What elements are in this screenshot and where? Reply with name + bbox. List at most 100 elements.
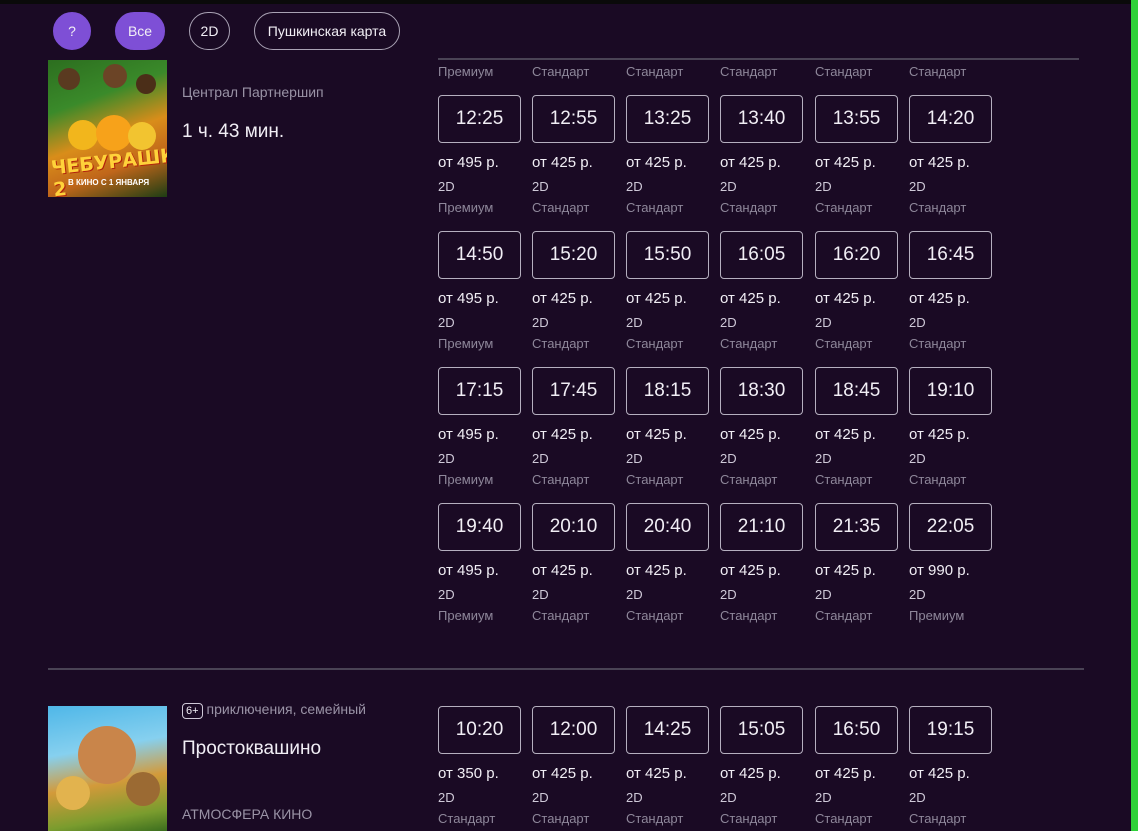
movie-poster-prostokvashino[interactable] xyxy=(48,706,167,831)
poster-character-shape xyxy=(136,74,156,94)
session-time-button[interactable]: 13:40 xyxy=(720,95,803,143)
session-hall-label: Стандарт xyxy=(815,608,873,623)
session-hall-label: Стандарт xyxy=(815,64,873,79)
session-time-button[interactable]: 15:50 xyxy=(626,231,709,279)
session-time-button[interactable]: 21:35 xyxy=(815,503,898,551)
session-time-button[interactable]: 13:55 xyxy=(815,95,898,143)
session-price: от 425 р. xyxy=(626,426,687,443)
session-hall-label: Стандарт xyxy=(909,472,967,487)
session-time-button[interactable]: 12:25 xyxy=(438,95,521,143)
session-format: 2D xyxy=(909,587,926,602)
session-format: 2D xyxy=(438,587,455,602)
session-hall-label: Стандарт xyxy=(815,336,873,351)
session-time-button[interactable]: 19:15 xyxy=(909,706,992,754)
session-time-button[interactable]: 13:25 xyxy=(626,95,709,143)
session-format: 2D xyxy=(626,790,643,805)
poster-subtitle-text: В КИНО С 1 ЯНВАРЯ xyxy=(68,178,150,187)
session-time-button[interactable]: 19:40 xyxy=(438,503,521,551)
session-hall-label: Стандарт xyxy=(626,336,684,351)
session-hall-label: Стандарт xyxy=(909,811,967,826)
session-hall-label: Стандарт xyxy=(626,472,684,487)
session-time-button[interactable]: 16:05 xyxy=(720,231,803,279)
session-time-button[interactable]: 12:55 xyxy=(532,95,615,143)
poster-title-text: ЧЕБУРАШКА 2 xyxy=(50,142,167,197)
session-price: от 425 р. xyxy=(532,426,593,443)
session-price: от 495 р. xyxy=(438,154,499,171)
session-price: от 425 р. xyxy=(815,290,876,307)
poster-character-shape xyxy=(126,772,160,806)
session-format: 2D xyxy=(532,451,549,466)
window-right-edge xyxy=(1131,0,1138,831)
session-time-button[interactable]: 22:05 xyxy=(909,503,992,551)
session-price: от 425 р. xyxy=(720,765,781,782)
session-price: от 425 р. xyxy=(815,562,876,579)
movie-duration: 1 ч. 43 мин. xyxy=(182,121,285,142)
session-time-button[interactable]: 18:30 xyxy=(720,367,803,415)
session-format: 2D xyxy=(720,790,737,805)
session-time-button[interactable]: 16:45 xyxy=(909,231,992,279)
session-price: от 425 р. xyxy=(626,290,687,307)
session-price: от 425 р. xyxy=(815,765,876,782)
session-time-button[interactable]: 21:10 xyxy=(720,503,803,551)
session-hall-label: Стандарт xyxy=(815,811,873,826)
session-format: 2D xyxy=(720,179,737,194)
movie-poster-cheburashka[interactable]: ЧЕБУРАШКА 2 В КИНО С 1 ЯНВАРЯ xyxy=(48,60,167,197)
poster-character-shape xyxy=(56,776,90,810)
session-hall-label: Стандарт xyxy=(626,200,684,215)
filter-pushkin-card-chip[interactable]: Пушкинская карта xyxy=(254,12,400,50)
session-time-button[interactable]: 17:45 xyxy=(532,367,615,415)
session-price: от 425 р. xyxy=(909,426,970,443)
session-price: от 425 р. xyxy=(815,426,876,443)
movie-divider xyxy=(48,668,1084,670)
filter-help-chip[interactable]: ? xyxy=(53,12,91,50)
session-hall-label: Стандарт xyxy=(532,200,590,215)
session-format: 2D xyxy=(909,315,926,330)
movie-genres: приключения, семейный xyxy=(206,701,367,717)
session-format: 2D xyxy=(720,451,737,466)
session-time-button[interactable]: 14:50 xyxy=(438,231,521,279)
session-price: от 425 р. xyxy=(720,154,781,171)
filter-all-chip[interactable]: Все xyxy=(115,12,165,50)
session-price: от 425 р. xyxy=(909,154,970,171)
session-time-button[interactable]: 20:10 xyxy=(532,503,615,551)
session-time-button[interactable]: 15:05 xyxy=(720,706,803,754)
filter-2d-chip[interactable]: 2D xyxy=(189,12,230,50)
session-price: от 425 р. xyxy=(626,765,687,782)
session-hall-label: Стандарт xyxy=(532,608,590,623)
session-time-button[interactable]: 10:20 xyxy=(438,706,521,754)
session-time-button[interactable]: 16:20 xyxy=(815,231,898,279)
session-hall-label: Стандарт xyxy=(532,811,590,826)
session-format: 2D xyxy=(909,790,926,805)
session-hall-label: Стандарт xyxy=(909,200,967,215)
session-price: от 425 р. xyxy=(815,154,876,171)
session-format: 2D xyxy=(438,451,455,466)
session-price: от 425 р. xyxy=(532,562,593,579)
session-price: от 425 р. xyxy=(626,562,687,579)
poster-character-shape xyxy=(103,64,127,88)
session-hall-label: Стандарт xyxy=(438,811,496,826)
session-format: 2D xyxy=(815,179,832,194)
session-price: от 425 р. xyxy=(532,154,593,171)
session-hall-label: Стандарт xyxy=(815,472,873,487)
session-price: от 495 р. xyxy=(438,290,499,307)
session-time-button[interactable]: 17:15 xyxy=(438,367,521,415)
session-time-button[interactable]: 19:10 xyxy=(909,367,992,415)
session-time-button[interactable]: 18:15 xyxy=(626,367,709,415)
session-price: от 425 р. xyxy=(909,765,970,782)
session-time-button[interactable]: 12:00 xyxy=(532,706,615,754)
session-hall-label: Стандарт xyxy=(720,472,778,487)
session-hall-label: Стандарт xyxy=(532,64,590,79)
session-time-button[interactable]: 18:45 xyxy=(815,367,898,415)
session-time-button[interactable]: 14:20 xyxy=(909,95,992,143)
session-price: от 425 р. xyxy=(720,426,781,443)
session-format: 2D xyxy=(438,790,455,805)
session-hall-label: Стандарт xyxy=(909,64,967,79)
movie-cinema: Централ Партнершип xyxy=(182,84,324,100)
section-divider-top xyxy=(438,58,1079,60)
session-time-button[interactable]: 14:25 xyxy=(626,706,709,754)
session-time-button[interactable]: 16:50 xyxy=(815,706,898,754)
session-time-button[interactable]: 20:40 xyxy=(626,503,709,551)
session-time-button[interactable]: 15:20 xyxy=(532,231,615,279)
session-hall-label: Стандарт xyxy=(532,336,590,351)
poster-character-shape xyxy=(58,68,80,90)
